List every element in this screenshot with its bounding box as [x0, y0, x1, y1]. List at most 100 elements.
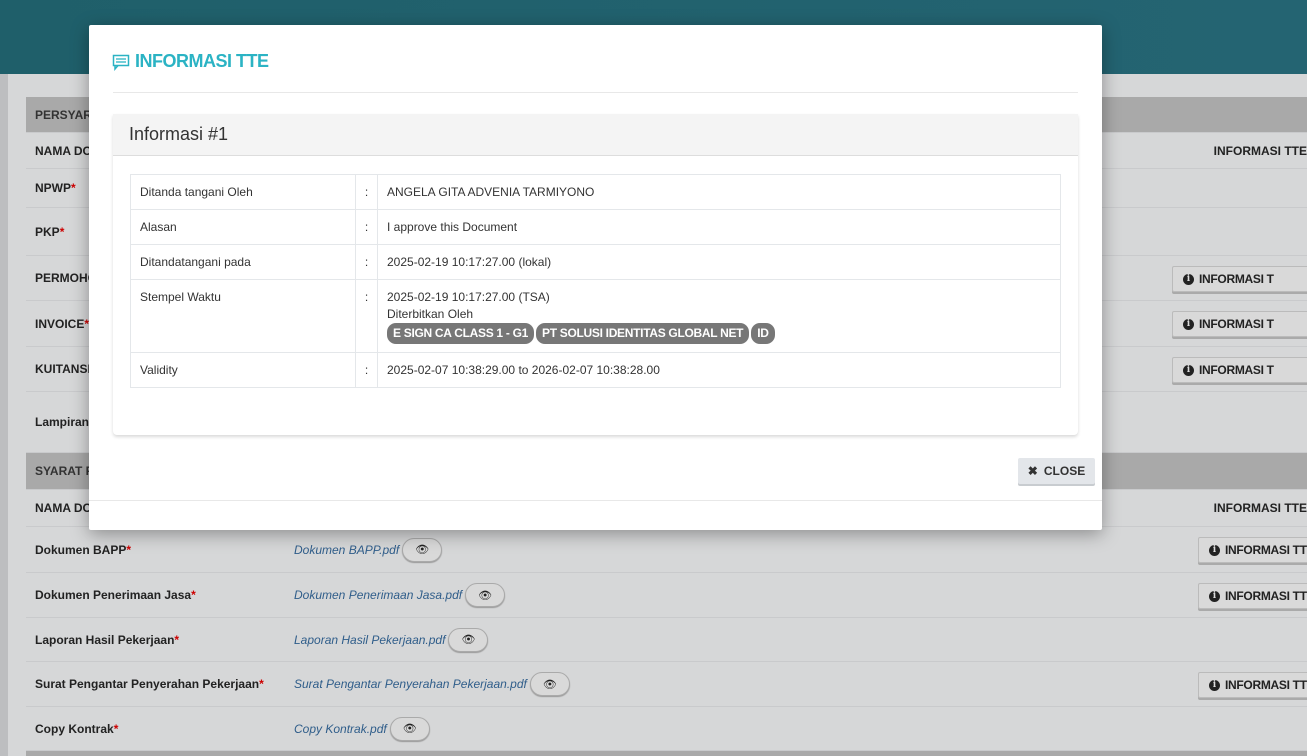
button-label: INFORMASI TT: [1225, 543, 1307, 557]
button-label: INFORMASI TT: [1225, 589, 1307, 603]
info-row-reason: Alasan: I approve this Document: [130, 209, 1061, 245]
section-title: SYARAT P: [35, 464, 94, 478]
info-row-signer: Ditanda tangani Oleh: ANGELA GITA ADVENIA…: [130, 174, 1061, 210]
info-table: Ditanda tangani Oleh: ANGELA GITA ADVENIA…: [130, 174, 1061, 388]
row-label: PERMOHO: [35, 271, 98, 285]
separator: :: [355, 209, 378, 245]
badge: PT SOLUSI IDENTITAS GLOBAL NET: [535, 323, 750, 344]
button-label: INFORMASI TT: [1225, 678, 1307, 692]
field-value: 2025-02-19 10:17:27.00 (TSA) Diterbitkan…: [377, 279, 1061, 353]
info-row-timestamp: Stempel Waktu: 2025-02-19 10:17:27.00 (T…: [130, 279, 1061, 353]
row-label: Lampiran: [35, 415, 90, 429]
file-link: Surat Pengantar Penyerahan Pekerjaan.pdf…: [294, 672, 570, 696]
view-button[interactable]: 👁: [389, 716, 430, 741]
table-row: Dokumen Penerimaan Jasa * Dokumen Penerim…: [26, 573, 1307, 618]
row-label: NPWP: [35, 181, 71, 195]
file-name[interactable]: Dokumen BAPP.pdf: [294, 543, 399, 557]
required-mark: *: [59, 224, 65, 239]
table-row: Dokumen BAPP * Dokumen BAPP.pdf 👁 i INFORMA…: [26, 527, 1307, 573]
table-row: Copy Kontrak * Copy Kontrak.pdf 👁: [26, 707, 1307, 751]
required-mark: *: [71, 181, 76, 195]
file-name[interactable]: Copy Kontrak.pdf: [294, 722, 387, 736]
row-label: Laporan Hasil Pekerjaan: [35, 632, 175, 647]
badge: E SIGN CA CLASS 1 - G1: [387, 323, 534, 344]
divider: [113, 92, 1078, 93]
required-mark: *: [259, 677, 264, 691]
button-label: INFORMASI T: [1199, 272, 1274, 286]
row-label: Dokumen BAPP: [35, 542, 127, 557]
table-row: Surat Pengantar Penyerahan Pekerjaan * Su…: [26, 662, 1307, 707]
issued-by-label: Diterbitkan Oleh: [387, 307, 474, 321]
info-tte-button[interactable]: i INFORMASI TT: [1198, 583, 1307, 609]
info-icon: i: [1209, 679, 1220, 691]
field-value: 2025-02-19 10:17:27.00 (lokal): [377, 244, 1061, 280]
issuer-badges: E SIGN CA CLASS 1 - G1 PT SOLUSI IDENTITA…: [387, 323, 1051, 344]
info-tte-button[interactable]: i INFORMASI T: [1172, 311, 1307, 337]
info-icon: i: [1183, 318, 1194, 330]
row-label: PKP: [35, 224, 60, 239]
row-label: Copy Kontrak: [35, 721, 114, 736]
separator: :: [355, 174, 378, 210]
file-link: Laporan Hasil Pekerjaan.pdf 👁: [294, 627, 489, 652]
info-icon: i: [1209, 590, 1220, 602]
info-icon: i: [1209, 544, 1220, 556]
button-label: INFORMASI T: [1199, 317, 1274, 331]
col-name: NAMA DO: [35, 501, 92, 515]
field-label: Stempel Waktu: [130, 279, 356, 353]
modal-title-text: INFORMASI TTE: [135, 51, 269, 71]
info-tte-button[interactable]: i INFORMASI TT: [1198, 672, 1307, 698]
view-button[interactable]: 👁: [402, 537, 443, 562]
row-label: KUITANSI: [35, 362, 91, 376]
required-mark: *: [174, 632, 180, 647]
separator: :: [355, 279, 378, 353]
info-row-validity: Validity:2025-02-07 10:38:29.00 to 2026-…: [130, 352, 1061, 388]
comment-icon: [112, 54, 130, 71]
left-strip: [0, 74, 8, 756]
close-icon: ✖: [1027, 464, 1038, 478]
view-button[interactable]: 👁: [448, 627, 489, 652]
separator: :: [355, 352, 378, 388]
modal-footer-divider: [89, 500, 1102, 501]
required-mark: *: [126, 542, 132, 557]
modal-title: INFORMASI TTE: [112, 51, 269, 72]
panel-title: Informasi #1: [113, 114, 1078, 156]
close-label: CLOSE: [1043, 464, 1086, 478]
tte-info-modal: INFORMASI TTE Informasi #1 Ditanda tanga…: [89, 25, 1102, 530]
col-info: INFORMASI TTE: [1213, 501, 1307, 515]
field-value: I approve this Document: [377, 209, 1061, 245]
info-icon: i: [1183, 364, 1194, 376]
file-name[interactable]: Laporan Hasil Pekerjaan.pdf: [294, 633, 445, 647]
field-value: 2025-02-07 10:38:29.00 to 2026-02-07 10:…: [377, 352, 1061, 388]
section-footer: [26, 751, 1307, 756]
button-label: INFORMASI T: [1199, 363, 1274, 377]
row-label: Surat Pengantar Penyerahan Pekerjaan: [35, 677, 260, 691]
close-button[interactable]: ✖ CLOSE: [1018, 458, 1095, 484]
field-label: Validity: [130, 352, 356, 388]
file-name[interactable]: Dokumen Penerimaan Jasa.pdf: [294, 588, 462, 602]
separator: :: [355, 244, 378, 280]
timestamp-value: 2025-02-19 10:17:27.00 (TSA): [387, 290, 550, 304]
file-name[interactable]: Surat Pengantar Penyerahan Pekerjaan.pdf: [294, 677, 527, 691]
info-tte-button[interactable]: i INFORMASI T: [1172, 357, 1307, 383]
row-label: INVOICE: [35, 316, 85, 331]
view-button[interactable]: 👁: [529, 672, 570, 696]
row-label: Dokumen Penerimaan Jasa: [35, 588, 192, 602]
file-link: Dokumen Penerimaan Jasa.pdf 👁: [294, 583, 506, 607]
info-tte-button[interactable]: i INFORMASI T: [1172, 266, 1307, 292]
col-name: NAMA DO: [35, 143, 92, 158]
field-label: Alasan: [130, 209, 356, 245]
info-panel: Informasi #1 Ditanda tangani Oleh: ANGELA…: [113, 114, 1078, 435]
required-mark: *: [191, 588, 196, 602]
col-info: INFORMASI TTE: [1213, 143, 1307, 158]
badge: ID: [751, 323, 775, 344]
view-button[interactable]: 👁: [465, 583, 506, 607]
field-label: Ditanda tangani Oleh: [130, 174, 356, 210]
field-value: ANGELA GITA ADVENIA TARMIYONO: [377, 174, 1061, 210]
file-link: Copy Kontrak.pdf 👁: [294, 716, 430, 741]
required-mark: *: [113, 721, 119, 736]
info-row-signed-at: Ditandatangani pada:2025-02-19 10:17:27.…: [130, 244, 1061, 280]
table-row: Laporan Hasil Pekerjaan * Laporan Hasil P…: [26, 618, 1307, 662]
info-icon: i: [1183, 273, 1194, 285]
info-tte-button[interactable]: i INFORMASI TT: [1198, 537, 1307, 563]
file-link: Dokumen BAPP.pdf 👁: [294, 537, 443, 562]
